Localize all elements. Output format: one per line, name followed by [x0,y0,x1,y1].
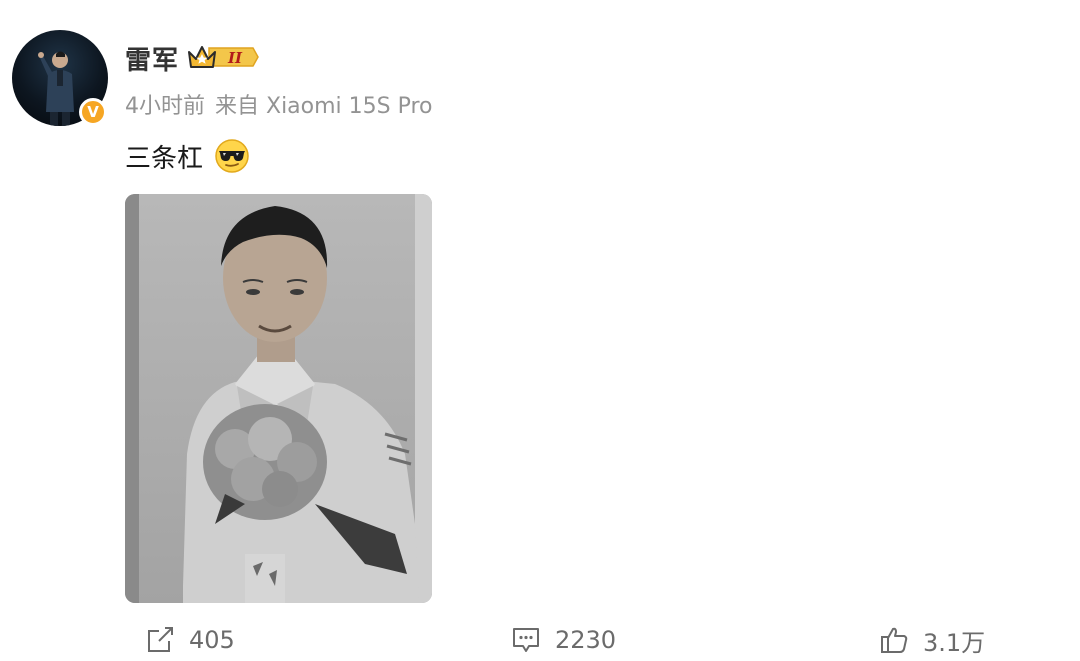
share-icon [148,627,173,652]
cool-sunglasses-emoji [214,138,250,178]
author-name[interactable]: 雷军 [125,40,179,77]
level-badge-label: II [227,49,243,67]
post-time[interactable]: 4小时前 [125,94,205,119]
like-button[interactable]: 3.1万 [879,622,985,658]
like-count: 3.1万 [923,628,986,657]
weibo-post: V 雷军 II 4小时前 来自 Xiaomi 15S Pro 三条杠 405 2… [0,0,1080,661]
post-meta: 4小时前 来自 Xiaomi 15S Pro [125,88,433,120]
repost-count: 405 [189,626,235,654]
child-portrait-photo [125,194,432,603]
crown-icon: II [188,46,259,68]
sunglasses-emoji-icon [215,139,249,173]
post-photo[interactable] [125,194,432,603]
verified-badge: V [79,98,107,126]
thumbs-up-icon [881,627,908,653]
repost-button[interactable]: 405 [145,622,235,658]
crown-level-badge[interactable]: II [187,42,259,76]
post-text: 三条杠 [125,144,204,174]
comment-icon [513,628,539,652]
comment-button[interactable]: 2230 [511,622,616,658]
comment-count: 2230 [555,626,617,654]
post-source: 来自 Xiaomi 15S Pro [215,94,433,119]
